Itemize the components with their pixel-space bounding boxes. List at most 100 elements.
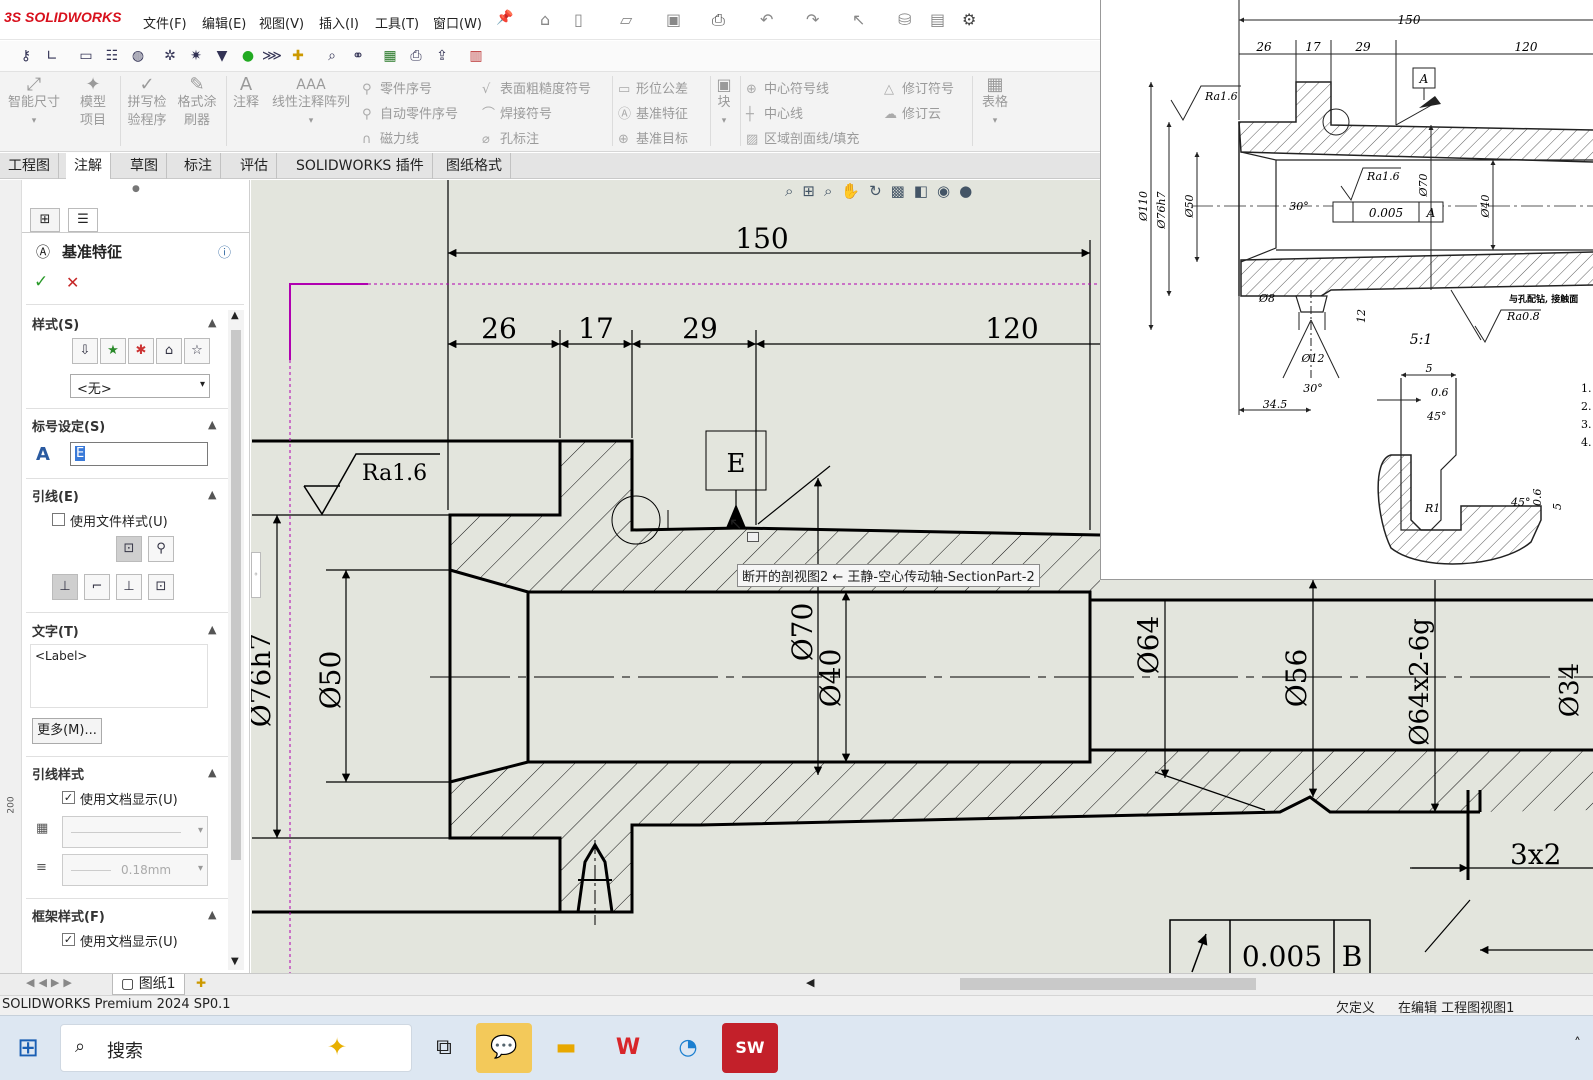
sheet-nav-icon[interactable]: ◀◀▶▶ [26,976,76,989]
style-apply-icon[interactable]: ⇩ [72,338,98,364]
tab-evaluate[interactable]: 评估 [232,153,277,179]
use-doc-display-checkbox[interactable]: ✓ [62,791,75,804]
collapse-chevron-icon[interactable]: ▲ [208,488,216,501]
rebuild-icon[interactable]: ⛁ [898,10,911,29]
add-sheet-icon[interactable]: ✚ [196,976,206,990]
dimension-chamfer-3x2[interactable]: 3x2 [1510,838,1561,871]
tolerance-value[interactable]: 0.005 [1242,940,1322,973]
dimension-29[interactable]: 29 [682,312,718,345]
more-button[interactable]: 更多(M)... [32,718,102,744]
tab-sketch[interactable]: 草图 [122,153,167,179]
scroll-left-icon[interactable]: ◀ [806,976,814,989]
auto-balloon-button[interactable]: ⚲ 自动零件序号 [362,103,458,122]
menu-window[interactable]: 窗口(W) [433,13,482,32]
axis-icon[interactable]: ∟ [42,46,62,66]
dimension-dia56[interactable]: Ø56 [1280,649,1313,708]
block-button[interactable]: ▣ 块 ▾ [712,76,736,130]
file-explorer-icon[interactable]: ▬ [538,1023,594,1073]
task-view-icon[interactable]: ⧉ [416,1023,472,1073]
display-icon[interactable]: ▭ [76,46,96,66]
note-button[interactable]: A 注释 [230,76,262,112]
menu-edit[interactable]: 编辑(E) [202,13,246,32]
tab-sheet-format[interactable]: 图纸格式 [438,153,511,179]
find-icon[interactable]: ⌕ [322,46,342,66]
hole-callout-button[interactable]: ⌀ 孔标注 [482,128,539,147]
menu-tools[interactable]: 工具(T) [375,13,419,32]
surface-finish-button[interactable]: √ 表面粗糙度符号 [482,78,591,97]
square-attach-icon[interactable]: ⊡ [116,536,142,562]
line-weight-select[interactable]: 0.18mm ▾ [62,854,208,886]
report-icon[interactable]: ▥ [466,46,486,66]
datum-label-e[interactable]: E [727,449,746,479]
funnel-icon[interactable]: ▼ [212,46,232,66]
help-icon[interactable]: ⓘ [218,242,231,261]
leader-bent-icon[interactable]: ⌐ [84,574,110,600]
print-icon[interactable]: ⎙ [712,10,725,30]
solidworks-logo[interactable]: 3S SOLIDWORKS [4,9,121,25]
settings-icon[interactable]: ✲ [160,46,180,66]
save-style-icon[interactable]: ⌂ [156,338,182,364]
sheet-tab[interactable]: ▢ 图纸1 [112,974,185,995]
home-icon[interactable]: ⌂ [540,10,550,29]
select-icon[interactable]: ↖ [852,10,865,29]
use-doc-display2-checkbox[interactable]: ✓ [62,933,75,946]
edge-icon[interactable]: ◔ [660,1023,716,1073]
leader-style-header[interactable]: 引线样式 [32,764,84,783]
load-style-icon[interactable]: ☆ [184,338,210,364]
magnetic-line-button[interactable]: ∩ 磁力线 [362,128,419,147]
table-button[interactable]: ▦ 表格 ▾ [978,76,1012,130]
style-select[interactable]: <无> ▾ [70,374,210,398]
label-text-area[interactable]: <Label> [30,644,208,708]
dimension-26[interactable]: 26 [481,312,517,345]
collapse-chevron-icon[interactable]: ▲ [208,908,216,921]
panel-splitter-handle[interactable]: ◦ [251,552,261,598]
gear-tool-icon[interactable]: ✷ [186,46,206,66]
property-tab-icon[interactable]: ⊞ [30,208,60,232]
dimension-150[interactable]: 150 [735,222,788,255]
print2-icon[interactable]: ⎙ [406,46,426,66]
frame-style-header[interactable]: 框架样式(F) [32,906,105,925]
style-section-header[interactable]: 样式(S) [32,314,79,333]
dimension-120[interactable]: 120 [985,312,1038,345]
label-input[interactable]: E [70,442,208,466]
tab-markup[interactable]: 标注 [176,153,221,179]
add-style-icon[interactable]: ★ [100,338,126,364]
linear-note-pattern-button[interactable]: AAA 线性注释阵列 ▾ [266,76,356,130]
dimension-thread[interactable]: Ø64x2-6g [1405,618,1435,746]
cancel-x-icon[interactable]: ✕ [66,273,79,292]
options-gear-icon[interactable]: ⚙ [962,10,976,29]
new-icon[interactable]: ▯ [574,10,583,29]
tolerance-datum[interactable]: B [1342,940,1363,973]
tray-chevron-icon[interactable]: ˄ [1574,1036,1581,1052]
taskbar-search[interactable]: ⌕ 搜索 ✦ [60,1024,412,1072]
format-painter-button[interactable]: ✎ 格式涂刷器 [174,76,220,130]
undo-icon[interactable]: ↶ [760,10,773,29]
geometric-tolerance-button[interactable]: ▭ 形位公差 [618,78,688,97]
weld-symbol-button[interactable]: ⌒ 焊接符号 [482,103,552,122]
dimension-17[interactable]: 17 [578,312,614,345]
save-icon[interactable]: ▣ [666,10,681,29]
pin-icon[interactable]: 📌 [496,10,513,26]
menu-insert[interactable]: 插入(I) [319,13,359,32]
redo-icon[interactable]: ↷ [806,10,819,29]
leader-triangle-icon[interactable]: ⊥ [116,574,142,600]
scroll-down-icon[interactable]: ▼ [231,956,239,967]
delete-style-icon[interactable]: ✱ [128,338,154,364]
ok-check-icon[interactable]: ✓ [34,272,48,292]
revision-cloud-button[interactable]: ☁ 修订云 [884,103,941,122]
centerline-button[interactable]: ┼ 中心线 [746,103,803,122]
wps-icon[interactable]: W [600,1023,656,1073]
tab-drawing[interactable]: 工程图 [0,153,59,179]
roughness-ra16[interactable]: Ra1.6 [362,461,427,486]
scroll-up-icon[interactable]: ▲ [231,310,239,321]
export-icon[interactable]: ⇪ [432,46,452,66]
label-settings-header[interactable]: 标号设定(S) [32,416,105,435]
dimension-dia40[interactable]: Ø40 [814,649,847,708]
spring-icon[interactable]: ⋙ [262,46,282,66]
windows-start-icon[interactable]: ⊞ [0,1023,56,1073]
line-style-select[interactable]: ▾ [62,816,208,848]
open-icon[interactable]: ▱ [620,10,632,29]
leader-frame-icon[interactable]: ⊡ [148,574,174,600]
collapse-chevron-icon[interactable]: ▲ [208,766,216,779]
revision-symbol-button[interactable]: △ 修订符号 [884,78,954,97]
